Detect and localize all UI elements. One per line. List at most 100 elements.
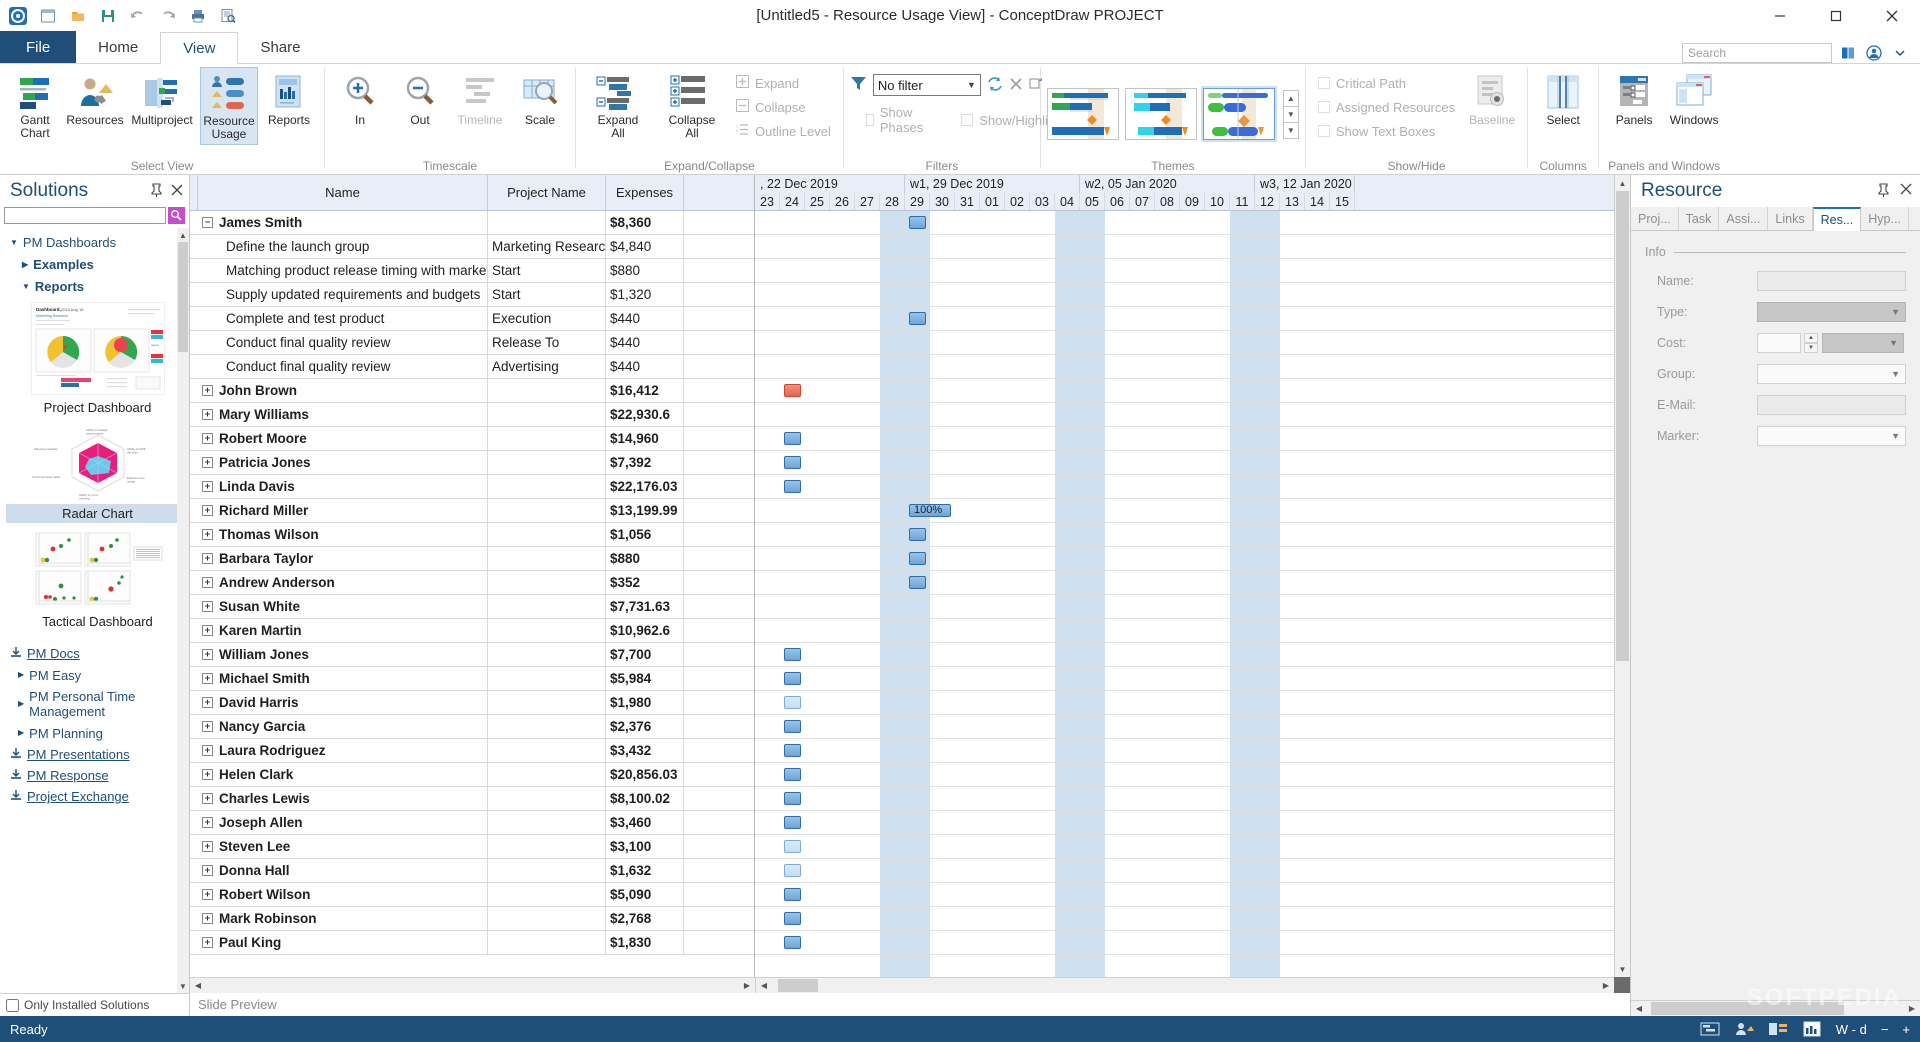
scroll-down-icon[interactable]: ▼ xyxy=(1615,961,1630,977)
timeline-button[interactable]: Timeline xyxy=(451,67,509,130)
gantt-bar[interactable] xyxy=(784,768,801,781)
cell-name[interactable]: Conduct final quality review xyxy=(198,330,488,355)
cell-expenses[interactable]: $440 xyxy=(606,306,684,331)
gantt-bar[interactable] xyxy=(784,456,801,469)
cell-project-name[interactable] xyxy=(488,810,606,835)
expand-row-icon[interactable]: + xyxy=(202,481,213,492)
cell-project-name[interactable] xyxy=(488,474,606,499)
select-columns-button[interactable]: Select xyxy=(1534,67,1592,130)
gantt-bar[interactable] xyxy=(784,480,801,493)
cell-name[interactable]: + Richard Miller xyxy=(198,498,488,523)
expand-row-icon[interactable]: + xyxy=(202,385,213,396)
gantt-bar[interactable] xyxy=(909,312,926,325)
solutions-scrollbar-thumb[interactable] xyxy=(178,242,188,352)
cell-expenses[interactable]: $3,460 xyxy=(606,810,684,835)
close-button[interactable] xyxy=(1864,0,1920,32)
row-selector[interactable] xyxy=(190,379,198,403)
close-panel-icon[interactable] xyxy=(171,184,183,199)
gantt-bar[interactable] xyxy=(784,840,801,853)
scroll-down-icon[interactable]: ▼ xyxy=(177,979,189,993)
resource-tab-hyp[interactable]: Hyp... xyxy=(1861,207,1909,230)
table-row[interactable]: Conduct final quality review Release To $4… xyxy=(190,330,754,355)
tab-view[interactable]: View xyxy=(160,32,239,64)
solutions-link-pm-presentations[interactable]: PM Presentations xyxy=(6,744,189,765)
resource-cost-stepper[interactable]: ▲ ▼ xyxy=(1804,333,1818,353)
expand-all-button[interactable]: Expand All xyxy=(582,67,654,143)
table-header-project-name[interactable]: Project Name xyxy=(488,175,606,210)
table-row[interactable]: + Nancy Garcia $2,376 xyxy=(190,714,754,739)
cell-expenses[interactable]: $4,840 xyxy=(606,234,684,259)
row-selector[interactable] xyxy=(190,235,198,259)
gantt-bar[interactable] xyxy=(784,936,801,949)
cell-project-name[interactable]: Start xyxy=(488,282,606,307)
table-header-expenses[interactable]: Expenses xyxy=(606,175,684,210)
expand-row-icon[interactable]: + xyxy=(202,673,213,684)
cell-name[interactable]: Supply updated requirements and budgets xyxy=(198,282,488,307)
table-row[interactable]: − James Smith $8,360 xyxy=(190,211,754,235)
resource-hscroll-track[interactable] xyxy=(1647,1001,1904,1016)
cell-project-name[interactable] xyxy=(488,522,606,547)
expand-row-icon[interactable]: + xyxy=(202,793,213,804)
expand-row-icon[interactable]: + xyxy=(202,577,213,588)
expand-row-icon[interactable]: + xyxy=(202,601,213,612)
cell-name[interactable]: + Thomas Wilson xyxy=(198,522,488,547)
cell-name[interactable]: + David Harris xyxy=(198,690,488,715)
cell-project-name[interactable] xyxy=(488,762,606,787)
gantt-bar[interactable] xyxy=(784,384,801,397)
scroll-left-icon[interactable]: ◀ xyxy=(756,978,772,993)
resource-email-input[interactable] xyxy=(1757,395,1906,415)
cell-expenses[interactable]: $1,830 xyxy=(606,930,684,955)
cell-project-name[interactable] xyxy=(488,402,606,427)
cell-name[interactable]: + William Jones xyxy=(198,642,488,667)
cell-expenses[interactable]: $880 xyxy=(606,258,684,283)
close-panel-icon[interactable] xyxy=(1900,183,1912,200)
resource-tab-assi[interactable]: Assi... xyxy=(1719,207,1769,230)
expand-row-icon[interactable]: + xyxy=(202,697,213,708)
gantt-row[interactable] xyxy=(755,451,1614,475)
cell-project-name[interactable] xyxy=(488,834,606,859)
row-selector[interactable] xyxy=(190,499,198,523)
gantt-horizontal-scrollbar[interactable]: ◀ ▶ xyxy=(755,977,1614,993)
resource-tab-task[interactable]: Task xyxy=(1679,207,1720,230)
gantt-row[interactable] xyxy=(755,763,1614,787)
cell-name[interactable]: + Laura Rodriguez xyxy=(198,738,488,763)
cell-expenses[interactable]: $5,984 xyxy=(606,666,684,691)
gantt-row[interactable] xyxy=(755,379,1614,403)
scroll-right-icon[interactable]: ▶ xyxy=(739,978,755,993)
cell-project-name[interactable] xyxy=(488,450,606,475)
row-selector[interactable] xyxy=(190,715,198,739)
expand-row-icon[interactable]: + xyxy=(202,505,213,516)
gantt-bar[interactable] xyxy=(784,888,801,901)
filter-select[interactable]: No filter ▼ xyxy=(872,74,981,96)
solutions-link-pm-personal-time-management[interactable]: ▶ PM Personal Time Management xyxy=(6,686,189,722)
resource-group-select[interactable]: ▼ xyxy=(1757,364,1906,384)
tab-share[interactable]: Share xyxy=(238,31,322,63)
gantt-vertical-scrollbar[interactable]: ▲ ▼ xyxy=(1614,175,1630,977)
cell-name[interactable]: + Patricia Jones xyxy=(198,450,488,475)
print-preview-icon[interactable] xyxy=(214,2,242,30)
gantt-row[interactable] xyxy=(755,211,1614,235)
gantt-row[interactable] xyxy=(755,499,1614,523)
gantt-hscroll-track[interactable] xyxy=(772,978,1598,993)
table-row[interactable]: + Patricia Jones $7,392 xyxy=(190,450,754,475)
gantt-bar[interactable] xyxy=(784,648,801,661)
row-selector[interactable] xyxy=(190,331,198,355)
cell-expenses[interactable]: $1,056 xyxy=(606,522,684,547)
table-row[interactable]: + Paul King $1,830 xyxy=(190,930,754,955)
cell-name[interactable]: + Linda Davis xyxy=(198,474,488,499)
cell-expenses[interactable]: $2,376 xyxy=(606,714,684,739)
gantt-row[interactable] xyxy=(755,667,1614,691)
row-selector[interactable] xyxy=(190,259,198,283)
critical-path-button[interactable]: Critical Path xyxy=(1312,71,1461,95)
cell-name[interactable]: + Robert Wilson xyxy=(198,882,488,907)
table-row[interactable]: + Charles Lewis $8,100.02 xyxy=(190,786,754,811)
cell-expenses[interactable]: $16,412 xyxy=(606,378,684,403)
scroll-left-icon[interactable]: ◀ xyxy=(1631,1001,1647,1016)
resource-marker-select[interactable]: ▼ xyxy=(1757,426,1906,446)
redo-icon[interactable] xyxy=(154,2,182,30)
scroll-right-icon[interactable]: ▶ xyxy=(1904,1001,1920,1016)
row-selector[interactable] xyxy=(190,835,198,859)
resources-button[interactable]: Resources xyxy=(66,67,124,130)
only-installed-solutions-input[interactable] xyxy=(6,998,19,1012)
cell-name[interactable]: + Nancy Garcia xyxy=(198,714,488,739)
